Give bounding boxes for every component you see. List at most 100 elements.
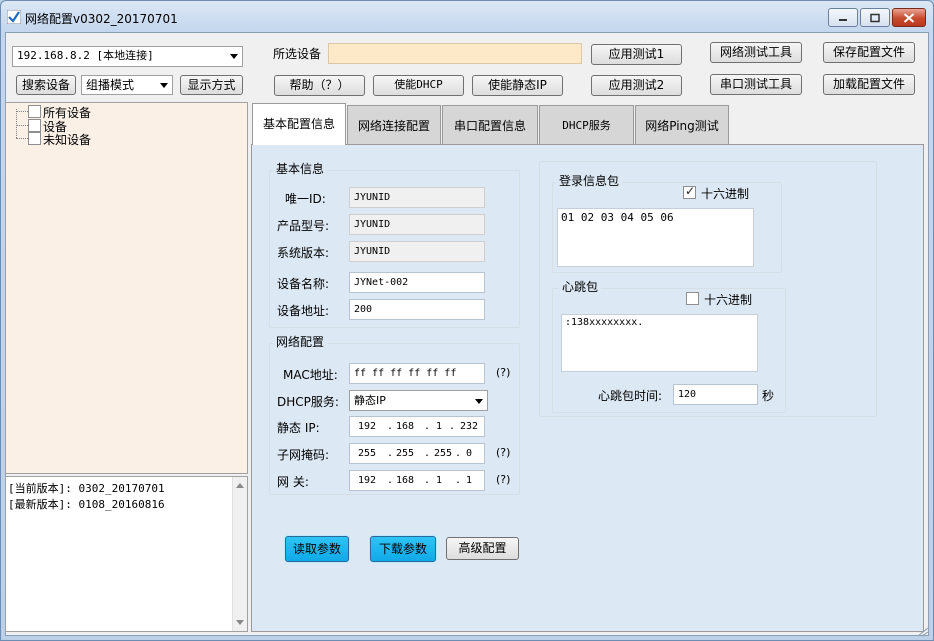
ip-octet: 255: [396, 448, 415, 459]
ip-octet: 1: [436, 475, 443, 486]
read-params-button[interactable]: 读取参数: [285, 536, 349, 562]
maximize-icon: [870, 13, 880, 22]
ip-octet: 192: [358, 475, 377, 486]
device-tree[interactable]: 所有设备 设备 未知设备: [5, 102, 248, 474]
app-test2-button[interactable]: 应用测试2: [591, 75, 682, 96]
help-button[interactable]: 帮助（？）: [274, 75, 365, 96]
ip-octet: 255: [358, 448, 377, 459]
resize-grip-icon[interactable]: [917, 627, 929, 637]
save-config-button[interactable]: 保存配置文件: [823, 42, 915, 63]
mac-help-hint[interactable]: (?): [496, 366, 510, 379]
ip-dot: .: [455, 448, 462, 459]
download-params-button[interactable]: 下载参数: [370, 536, 436, 562]
ip-octet: 1: [466, 475, 473, 486]
mode-select[interactable]: 组播模式: [81, 75, 173, 95]
heartbeat-interval-label: 心跳包时间:: [598, 389, 663, 403]
tab-network-connection[interactable]: 网络连接配置: [347, 105, 441, 145]
save-config-label: 保存配置文件: [832, 45, 905, 59]
ip-dot: .: [387, 448, 394, 459]
net-test-tool-button[interactable]: 网络测试工具: [710, 42, 802, 63]
tree-checkbox-devices[interactable]: [28, 119, 41, 132]
serial-test-tool-button[interactable]: 串口测试工具: [710, 74, 802, 95]
log-line: [当前版本]: 0302_20170701: [8, 482, 165, 495]
device-addr-input[interactable]: 200: [349, 299, 485, 320]
tab-ping-test[interactable]: 网络Ping测试: [635, 105, 729, 145]
tree-connector: [16, 125, 28, 126]
chevron-down-icon: [160, 83, 168, 88]
basic-info-title: 基本信息: [273, 160, 328, 177]
tree-checkbox-all[interactable]: [28, 105, 41, 118]
ip-octet: 255: [434, 448, 453, 459]
gateway-label: 网 关:: [277, 475, 309, 489]
login-packet-textarea[interactable]: 01 02 03 04 05 06: [557, 208, 754, 267]
unique-id-field[interactable]: JYUNID: [349, 187, 485, 208]
network-interface-select[interactable]: 192.168.8.2 [本地连接]: [12, 46, 243, 67]
application-window: 网络配置v0302_20170701 192.168.8.2 [本地连接] 搜索…: [0, 0, 934, 641]
ip-dot: .: [449, 421, 456, 432]
enable-dhcp-button[interactable]: 使能DHCP: [373, 75, 464, 96]
tree-item-unknown[interactable]: 未知设备: [43, 131, 91, 148]
scroll-down-icon[interactable]: [236, 620, 244, 625]
ip-octet: 192: [358, 421, 377, 432]
tab-content-basic-config: 基本信息 唯一ID: JYUNID 产品型号: JYUNID 系统版本: JYU…: [251, 144, 924, 632]
tree-connector: [16, 111, 28, 112]
app-test1-button[interactable]: 应用测试1: [591, 44, 682, 65]
advanced-config-button[interactable]: 高级配置: [446, 537, 519, 560]
dhcp-select[interactable]: 静态IP: [349, 390, 488, 411]
maximize-button[interactable]: [860, 8, 890, 27]
heartbeat-hex-label: 十六进制: [704, 293, 753, 307]
ip-dot: .: [424, 421, 431, 432]
heartbeat-interval-input[interactable]: 120: [673, 384, 758, 405]
tab-serial-config[interactable]: 串口配置信息: [442, 105, 538, 145]
heartbeat-textarea[interactable]: :138xxxxxxxx.: [561, 314, 758, 372]
login-hex-label: 十六进制: [701, 187, 750, 201]
serial-test-tool-label: 串口测试工具: [719, 77, 792, 91]
enable-static-ip-button[interactable]: 使能静态IP: [472, 75, 563, 96]
version-field[interactable]: JYUNID: [349, 241, 485, 262]
gateway-help-hint[interactable]: (?): [496, 473, 510, 486]
ip-octet: 168: [396, 475, 415, 486]
minimize-button[interactable]: [828, 8, 858, 27]
app-test1-label: 应用测试1: [608, 47, 665, 61]
close-icon: [903, 12, 915, 23]
ip-octet: 232: [460, 421, 479, 432]
heartbeat-hex-checkbox[interactable]: [686, 292, 699, 305]
ip-dot: .: [424, 475, 431, 486]
tab-basic-config[interactable]: 基本配置信息: [252, 103, 346, 145]
version-label: 系统版本:: [277, 246, 330, 260]
scroll-up-icon[interactable]: [236, 483, 244, 488]
read-params-label: 读取参数: [292, 542, 341, 556]
ip-dot: .: [455, 475, 462, 486]
dhcp-label: DHCP服务:: [277, 395, 339, 409]
advanced-config-label: 高级配置: [458, 541, 507, 555]
tree-connector: [16, 109, 17, 138]
close-button[interactable]: [892, 8, 926, 27]
tree-checkbox-unknown[interactable]: [28, 132, 41, 145]
login-packet-title: 登录信息包: [556, 172, 623, 189]
minimize-icon: [839, 18, 847, 21]
subnet-help-hint[interactable]: (?): [496, 446, 510, 459]
search-devices-button[interactable]: 搜索设备: [16, 75, 76, 95]
unique-id-label: 唯一ID:: [285, 192, 326, 206]
device-name-input[interactable]: JYNet-002: [349, 272, 485, 293]
display-mode-button[interactable]: 显示方式: [180, 75, 243, 95]
tab-dhcp-service[interactable]: DHCP服务: [539, 105, 634, 145]
log-scrollbar[interactable]: [232, 477, 247, 631]
static-ip-input[interactable]: 192 . 168 . 1 . 232: [349, 416, 485, 437]
device-addr-label: 设备地址:: [277, 304, 330, 318]
chevron-down-icon: [230, 54, 238, 59]
gateway-input[interactable]: 192 . 168 . 1 . 1: [349, 470, 485, 491]
selected-device-field[interactable]: [328, 43, 582, 64]
network-interface-value: 192.168.8.2 [本地连接]: [17, 49, 154, 62]
version-log[interactable]: [当前版本]: 0302_20170701 [最新版本]: 0108_20160…: [5, 476, 248, 632]
title-bar[interactable]: 网络配置v0302_20170701: [1, 1, 933, 31]
log-line: [最新版本]: 0108_20160816: [8, 498, 165, 511]
login-hex-checkbox[interactable]: [683, 184, 696, 199]
device-name-label: 设备名称:: [277, 277, 330, 291]
subnet-input[interactable]: 255 . 255 . 255 . 0: [349, 443, 485, 464]
mac-input[interactable]: ff ff ff ff ff ff: [349, 363, 485, 384]
model-field[interactable]: JYUNID: [349, 214, 485, 235]
help-label: 帮助（？）: [289, 78, 350, 92]
load-config-button[interactable]: 加载配置文件: [823, 74, 915, 95]
download-params-label: 下载参数: [378, 542, 427, 556]
